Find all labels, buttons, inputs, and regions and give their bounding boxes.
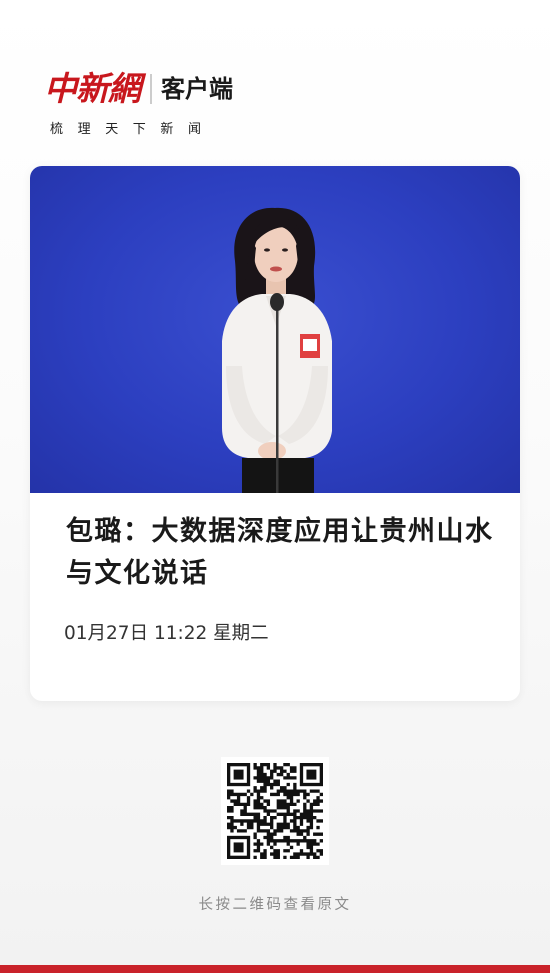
bottom-accent-bar — [0, 965, 550, 973]
brand-logo: 中新網 — [44, 69, 141, 108]
brand-subtitle: 客户端 — [161, 75, 233, 103]
brand-logo-row: 中新網 客户端 — [44, 68, 344, 110]
logo-divider — [150, 74, 152, 104]
article-datetime: 01月27日 11:22 星期二 — [64, 623, 269, 644]
brand-slogan: 梳理天下新闻 — [50, 122, 216, 137]
photo-illustration — [222, 207, 332, 493]
qr-code[interactable] — [221, 757, 329, 865]
qr-code-image — [227, 763, 323, 859]
article-card[interactable]: 包璐：大数据深度应用让贵州山水与文化说话 01月27日 11:22 星期二 — [30, 166, 520, 701]
article-photo — [30, 166, 520, 493]
article-title: 包璐：大数据深度应用让贵州山水与文化说话 — [66, 516, 494, 589]
qr-hint-text: 长按二维码查看原文 — [198, 897, 352, 913]
app-header: 中新網 客户端 梳理天下新闻 — [44, 68, 344, 148]
